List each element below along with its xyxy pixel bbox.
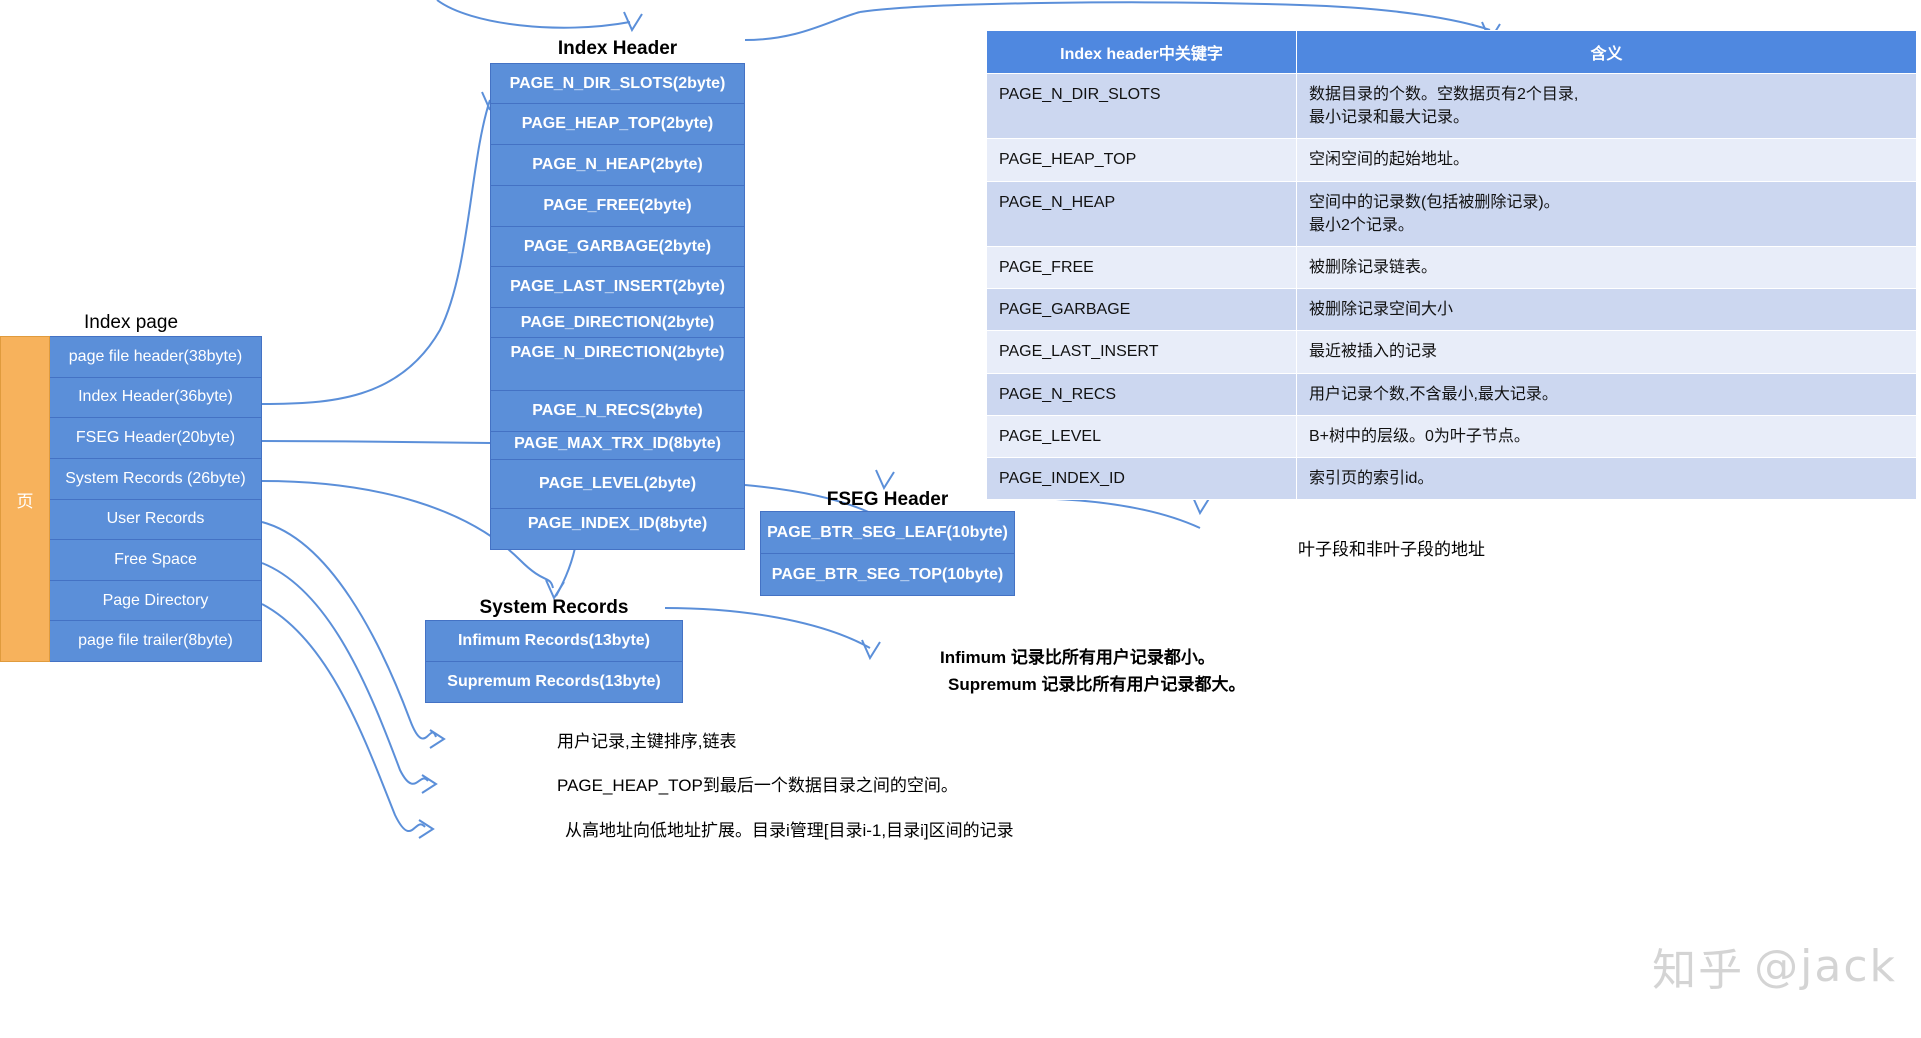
table-row[interactable]: PAGE_LAST_INSERT 最近被插入的记录 [986,330,1917,374]
table-cell-key: PAGE_GARBAGE [986,288,1297,332]
index-page-block: 页 page file header(38byte) Index Header(… [0,336,262,662]
table-cell-key: PAGE_N_DIR_SLOTS [986,72,1297,140]
index-page-row[interactable]: System Records (26byte) [50,458,261,500]
note-supremum-line2: Supremum 记录比所有用户记录都大。 [948,675,1246,694]
index-header-row[interactable]: PAGE_LEVEL(2byte) [491,460,744,509]
index-header-row[interactable]: PAGE_N_HEAP(2byte) [491,145,744,186]
table-cell-meaning: 数据目录的个数。空数据页有2个目录, 最小记录和最大记录。 [1296,72,1917,140]
fseg-header-row[interactable]: PAGE_BTR_SEG_LEAF(10byte) [761,512,1014,554]
table-cell-key: PAGE_HEAP_TOP [986,138,1297,182]
index-page-row[interactable]: Free Space [50,540,261,581]
table-cell-key: PAGE_FREE [986,245,1297,290]
index-header-row[interactable]: PAGE_N_DIRECTION(2byte) [491,338,744,391]
index-page-title: Index page [83,312,179,333]
index-header-title: Index Header [557,38,678,59]
index-header-row[interactable]: PAGE_GARBAGE(2byte) [491,227,744,267]
index-header-row[interactable]: PAGE_N_RECS(2byte) [491,391,744,432]
index-page-rows: page file header(38byte) Index Header(36… [50,336,262,662]
fseg-header-block: PAGE_BTR_SEG_LEAF(10byte) PAGE_BTR_SEG_T… [760,511,1015,596]
watermark: 知乎 @jack [1652,934,1897,998]
index-header-row[interactable]: PAGE_N_DIR_SLOTS(2byte) [491,64,744,104]
table-cell-key: PAGE_LAST_INSERT [986,330,1297,374]
table-row[interactable]: PAGE_HEAP_TOP 空闲空间的起始地址。 [986,138,1917,182]
index-page-row[interactable]: page file trailer(8byte) [50,621,261,661]
index-header-row[interactable]: PAGE_INDEX_ID(8byte) [491,509,744,549]
index-header-row[interactable]: PAGE_LAST_INSERT(2byte) [491,267,744,308]
watermark-handle: @jack [1754,940,1897,992]
table-row[interactable]: PAGE_N_HEAP 空间中的记录数(包括被删除记录)。 最小2个记录。 [986,180,1917,247]
system-records-block: Infimum Records(13byte) Supremum Records… [425,620,683,703]
index-page-side-label: 页 [0,336,50,662]
table-cell-meaning: 被删除记录空间大小 [1296,288,1917,332]
note-user-records: 用户记录,主键排序,链表 [557,732,737,751]
table-row[interactable]: PAGE_GARBAGE 被删除记录空间大小 [986,288,1917,332]
fseg-header-title: FSEG Header [826,489,949,510]
table-header-meaning: 含义 [1296,30,1917,74]
index-page-row[interactable]: FSEG Header(20byte) [50,418,261,459]
index-header-row[interactable]: PAGE_FREE(2byte) [491,186,744,227]
table-row[interactable]: PAGE_LEVEL B+树中的层级。0为叶子节点。 [986,414,1917,458]
fseg-header-row[interactable]: PAGE_BTR_SEG_TOP(10byte) [761,554,1014,595]
table-cell-meaning: 最近被插入的记录 [1296,330,1917,374]
index-page-row[interactable]: page file header(38byte) [50,337,261,378]
system-records-row[interactable]: Supremum Records(13byte) [426,662,682,702]
table-row[interactable]: PAGE_N_DIR_SLOTS 数据目录的个数。空数据页有2个目录, 最小记录和… [986,72,1917,140]
table-cell-meaning: B+树中的层级。0为叶子节点。 [1296,414,1917,458]
index-page-row[interactable]: Index Header(36byte) [50,377,261,419]
index-header-row[interactable]: PAGE_HEAP_TOP(2byte) [491,104,744,145]
note-page-directory: 从高地址向低地址扩展。目录i管理[目录i-1,目录i]区间的记录 [565,821,1014,840]
table-header-key: Index header中关键字 [986,30,1297,74]
table-row[interactable]: PAGE_INDEX_ID 索引页的索引id。 [986,456,1917,501]
table-header-row: Index header中关键字 含义 [986,30,1917,74]
note-fseg-desc: 叶子段和非叶子段的地址 [1298,540,1485,559]
index-header-block: PAGE_N_DIR_SLOTS(2byte) PAGE_HEAP_TOP(2b… [490,63,745,550]
index-page-row[interactable]: Page Directory [50,580,261,622]
index-header-row[interactable]: PAGE_DIRECTION(2byte) [491,308,744,338]
note-infimum-line1: Infimum 记录比所有用户记录都小。 [940,648,1215,667]
table-cell-meaning: 空闲空间的起始地址。 [1296,138,1917,182]
table-cell-key: PAGE_LEVEL [986,414,1297,458]
table-row[interactable]: PAGE_N_RECS 用户记录个数,不含最小,最大记录。 [986,372,1917,416]
note-free-space: PAGE_HEAP_TOP到最后一个数据目录之间的空间。 [557,776,958,795]
table-cell-meaning: 被删除记录链表。 [1296,245,1917,290]
table-cell-meaning: 索引页的索引id。 [1296,456,1917,501]
table-cell-meaning: 空间中的记录数(包括被删除记录)。 最小2个记录。 [1296,180,1917,247]
table-cell-key: PAGE_N_HEAP [986,180,1297,247]
index-page-row[interactable]: User Records [50,499,261,541]
table-row[interactable]: PAGE_FREE 被删除记录链表。 [986,245,1917,290]
table-cell-key: PAGE_INDEX_ID [986,456,1297,501]
table-cell-meaning: 用户记录个数,不含最小,最大记录。 [1296,372,1917,416]
system-records-title: System Records [479,597,629,618]
system-records-row[interactable]: Infimum Records(13byte) [426,621,682,662]
index-header-keyword-table: Index header中关键字 含义 PAGE_N_DIR_SLOTS 数据目录… [986,30,1917,501]
index-header-row[interactable]: PAGE_MAX_TRX_ID(8byte) [491,432,744,460]
table-cell-key: PAGE_N_RECS [986,372,1297,416]
watermark-logo: 知乎 [1652,945,1745,996]
